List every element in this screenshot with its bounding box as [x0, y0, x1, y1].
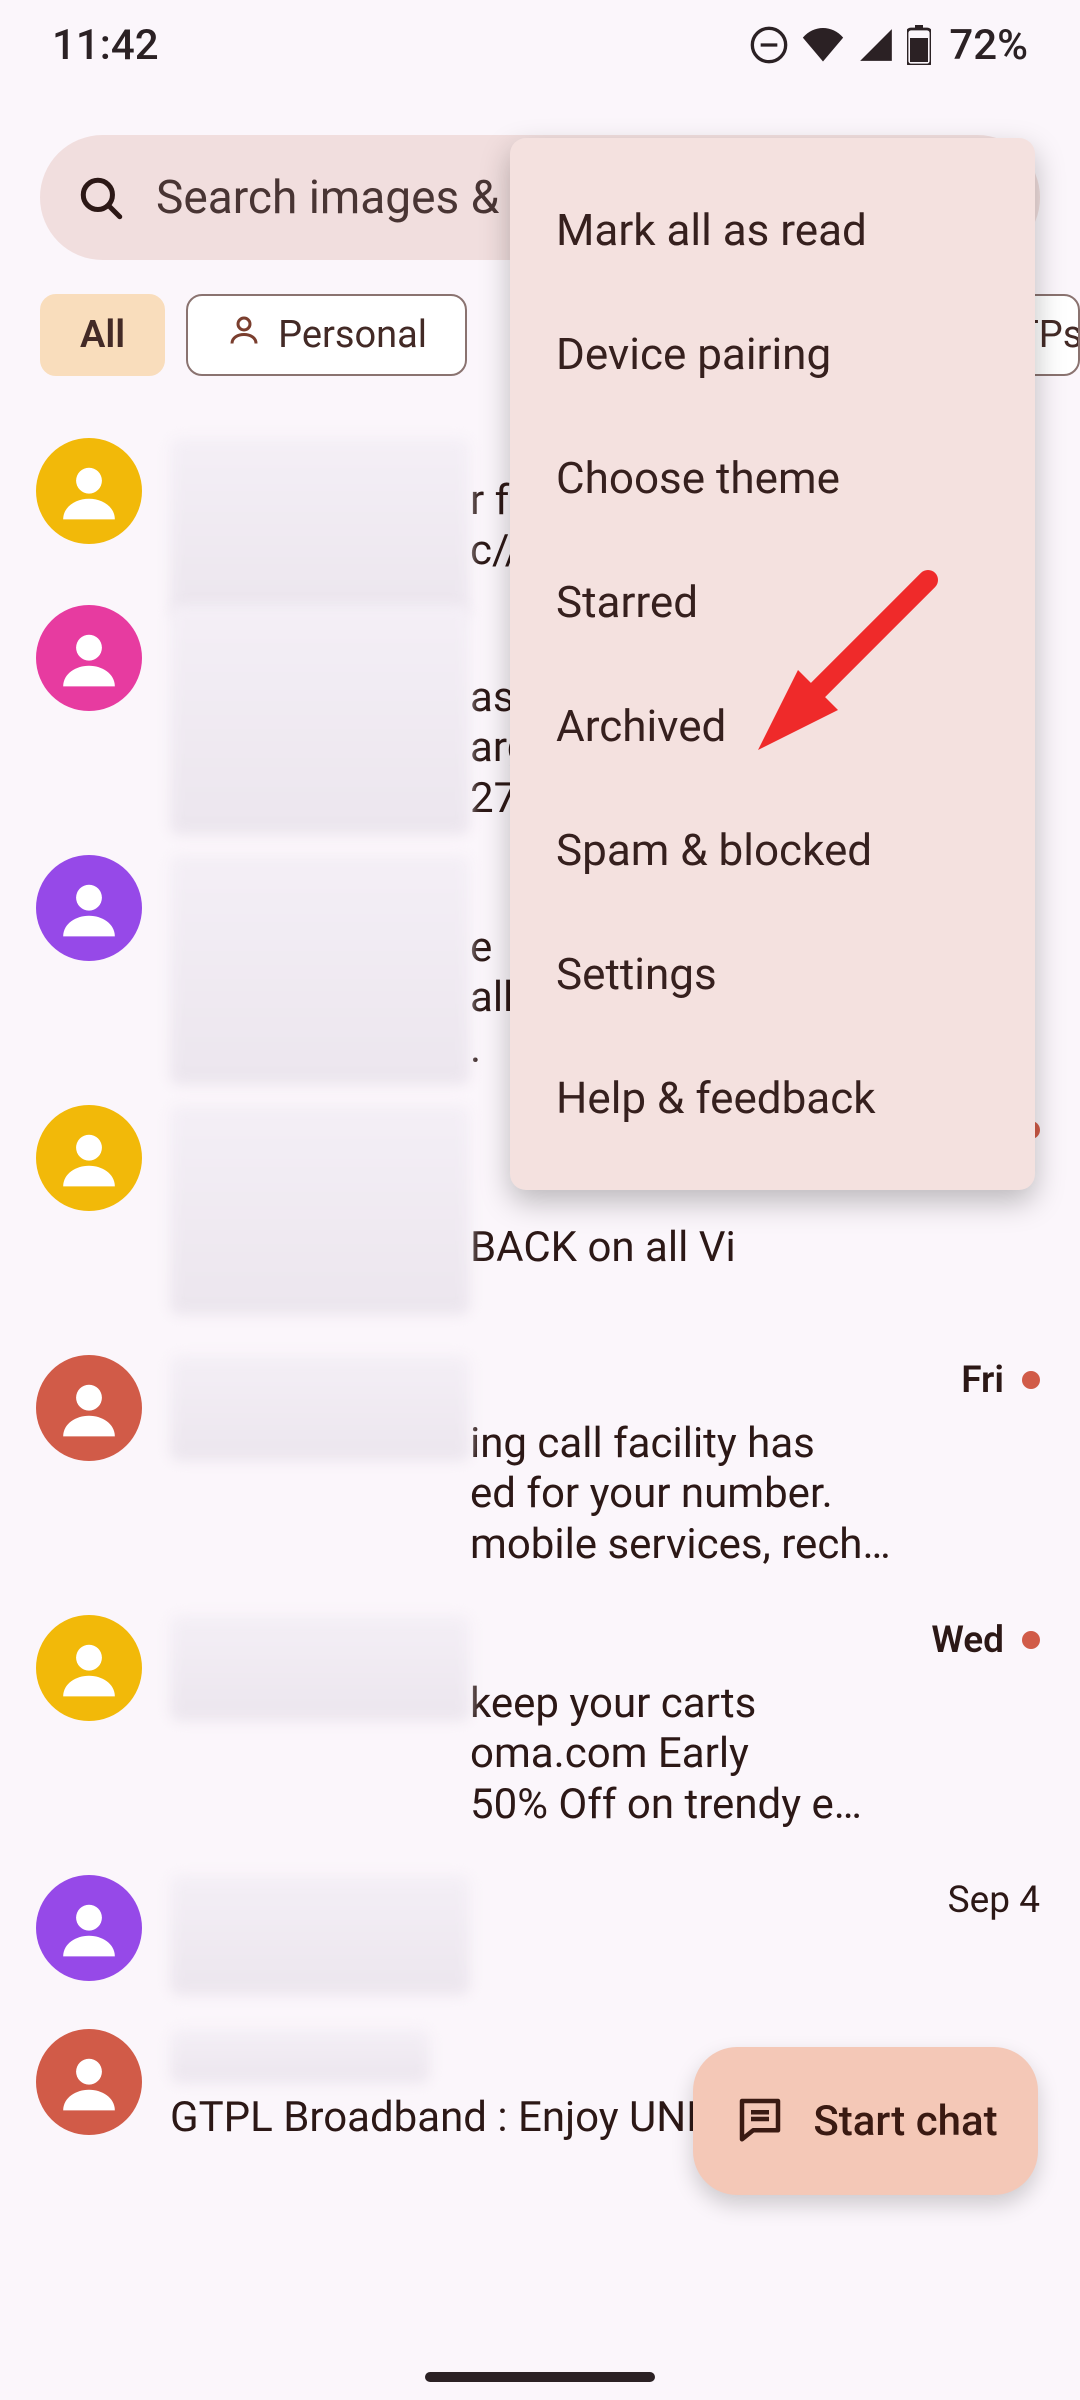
- conversation-row[interactable]: Wed keep your carts oma.com Early 50% Of…: [0, 1599, 1080, 1859]
- menu-mark-all-read[interactable]: Mark all as read: [510, 168, 1035, 292]
- avatar: [36, 1105, 142, 1211]
- obscured-area: [170, 1355, 470, 1461]
- obscured-area: [170, 1875, 470, 1995]
- unread-dot-icon: [1022, 1371, 1040, 1389]
- obscured-area: [170, 1105, 470, 1315]
- menu-help-feedback[interactable]: Help & feedback: [510, 1036, 1035, 1160]
- do-not-disturb-icon: [749, 25, 789, 65]
- nav-handle[interactable]: [425, 2372, 655, 2382]
- status-icons: 72%: [749, 21, 1028, 70]
- menu-archived[interactable]: Archived: [510, 664, 1035, 788]
- avatar: [36, 1875, 142, 1981]
- status-bar: 11:42 72%: [0, 0, 1080, 90]
- avatar: [36, 1615, 142, 1721]
- overflow-menu: Mark all as read Device pairing Choose t…: [510, 138, 1035, 1190]
- avatar: [36, 1355, 142, 1461]
- person-icon: [226, 312, 262, 358]
- menu-starred[interactable]: Starred: [510, 540, 1035, 664]
- menu-device-pairing[interactable]: Device pairing: [510, 292, 1035, 416]
- battery-icon: [907, 25, 931, 65]
- avatar: [36, 605, 142, 711]
- menu-settings[interactable]: Settings: [510, 912, 1035, 1036]
- search-icon: [76, 173, 126, 223]
- avatar: [36, 438, 142, 544]
- fab-label: Start chat: [813, 2097, 997, 2146]
- start-chat-button[interactable]: Start chat: [693, 2047, 1038, 2195]
- conversation-row[interactable]: Sep 4: [0, 1859, 1080, 2013]
- signal-icon: [857, 26, 895, 64]
- obscured-area: [170, 2029, 430, 2083]
- battery-percentage: 72%: [949, 21, 1028, 70]
- obscured-area: [170, 1615, 470, 1721]
- conversation-row[interactable]: Fri ing call facility has ed for your nu…: [0, 1339, 1080, 1599]
- avatar: [36, 2029, 142, 2135]
- obscured-area: [170, 605, 470, 835]
- filter-chip-personal[interactable]: Personal: [186, 294, 467, 376]
- chip-label: Personal: [278, 313, 427, 357]
- unread-dot-icon: [1022, 1631, 1040, 1649]
- status-clock: 11:42: [52, 21, 159, 70]
- menu-choose-theme[interactable]: Choose theme: [510, 416, 1035, 540]
- filter-chip-all[interactable]: All: [40, 294, 165, 376]
- timestamp: Wed: [931, 1619, 1004, 1662]
- chip-label: All: [80, 313, 125, 357]
- chat-icon: [733, 2092, 787, 2150]
- avatar: [36, 855, 142, 961]
- timestamp: Fri: [961, 1359, 1004, 1402]
- search-placeholder: Search images & v: [156, 171, 533, 225]
- menu-spam-blocked[interactable]: Spam & blocked: [510, 788, 1035, 912]
- obscured-area: [170, 855, 470, 1085]
- timestamp: Sep 4: [948, 1879, 1040, 1922]
- wifi-icon: [801, 25, 845, 65]
- obscured-area: [170, 438, 470, 618]
